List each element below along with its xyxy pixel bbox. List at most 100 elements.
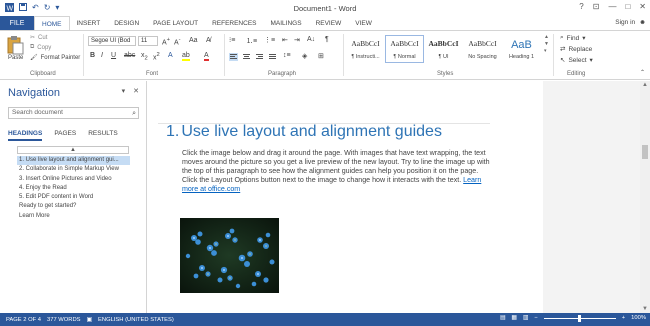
read-mode-icon[interactable]: ▤ — [500, 315, 505, 321]
underline-icon[interactable]: U — [111, 52, 116, 59]
tab-mailings[interactable]: MAILINGS — [264, 16, 309, 31]
style-heading-1[interactable]: AaB Heading 1 — [502, 35, 541, 63]
sort-icon[interactable]: A↓ — [307, 36, 315, 43]
tab-results[interactable]: RESULTS — [88, 130, 118, 141]
paste-icon[interactable] — [6, 35, 24, 55]
cut-button[interactable]: ✂ Cut — [30, 34, 47, 42]
highlight-icon[interactable]: ab — [182, 52, 190, 61]
tab-view[interactable]: VIEW — [348, 16, 379, 31]
justify-icon[interactable] — [268, 53, 277, 61]
format-painter-button[interactable]: 🖌 Format Painter — [30, 54, 80, 62]
scroll-up-icon[interactable]: ▲ — [642, 82, 648, 88]
collapse-all-button[interactable]: ▲ — [17, 146, 129, 154]
save-icon[interactable] — [19, 3, 27, 13]
language[interactable]: ENGLISH (UNITED STATES) — [98, 317, 174, 323]
style-instructions[interactable]: AaBbCcI ¶ Instructi... — [346, 35, 385, 63]
collapse-ribbon-icon[interactable]: ⌃ — [640, 69, 645, 76]
tab-design[interactable]: DESIGN — [107, 16, 146, 31]
scroll-thumb[interactable] — [642, 145, 648, 159]
undo-icon[interactable]: ↶ — [32, 4, 39, 12]
close-icon[interactable]: ✕ — [639, 2, 646, 11]
italic-icon[interactable]: I — [101, 52, 103, 59]
tab-headings[interactable]: HEADINGS — [8, 130, 43, 141]
heading-1[interactable]: 1. Use live layout and alignment guides — [166, 123, 442, 141]
tab-file[interactable]: FILE — [0, 16, 34, 31]
word-count[interactable]: 377 WORDS — [47, 317, 81, 323]
tab-references[interactable]: REFERENCES — [205, 16, 263, 31]
nav-close-icon[interactable]: ✕ — [133, 87, 139, 95]
list-item[interactable]: 2. Collaborate in Simple Markup View — [17, 165, 130, 174]
select-button[interactable]: ↖ Select ▾ — [560, 56, 593, 65]
shrink-font-icon[interactable]: A- — [174, 37, 181, 46]
copy-button[interactable]: ⧉ Copy — [30, 44, 51, 51]
account-icon[interactable]: ☻ — [639, 19, 646, 26]
decrease-indent-icon[interactable]: ⇤ — [282, 36, 288, 44]
help-icon[interactable]: ? — [579, 2, 583, 11]
nav-search-input[interactable]: Search document ⌕ — [8, 107, 139, 119]
font-name-box[interactable]: Segoe UI (Bod — [88, 36, 136, 46]
increase-indent-icon[interactable]: ⇥ — [294, 36, 300, 44]
text-effects-icon[interactable]: A — [168, 52, 173, 59]
sign-in-label[interactable]: Sign in — [615, 19, 635, 26]
zoom-knob[interactable] — [577, 314, 581, 322]
tab-home[interactable]: HOME — [34, 16, 70, 31]
numbering-icon[interactable]: ⒈≡ — [246, 36, 257, 46]
superscript-icon[interactable]: x2 — [153, 52, 160, 61]
zoom-level[interactable]: 100% — [631, 315, 646, 321]
tab-pages[interactable]: PAGES — [54, 130, 76, 141]
align-right-icon[interactable] — [255, 53, 264, 61]
replace-button[interactable]: ⇄ Replace — [560, 45, 592, 54]
tab-insert[interactable]: INSERT — [70, 16, 108, 31]
list-item[interactable]: 1. Use live layout and alignment gui... — [17, 156, 130, 166]
nav-options-icon[interactable]: ▾ — [122, 87, 126, 95]
style-normal[interactable]: AaBbCcI ¶ Normal — [385, 35, 424, 63]
font-size-box[interactable]: 11 — [138, 36, 158, 46]
page-count[interactable]: PAGE 2 OF 4 — [6, 317, 41, 323]
search-icon[interactable]: ⌕ — [132, 109, 136, 119]
multilevel-list-icon[interactable]: ⋮≡ — [264, 36, 275, 44]
ribbon-display-icon[interactable]: ⊡ — [593, 2, 600, 11]
list-item[interactable]: 4. Enjoy the Read — [17, 184, 130, 193]
print-layout-icon[interactable]: ▦ — [511, 315, 516, 321]
maximize-icon[interactable]: □ — [625, 2, 630, 11]
list-item[interactable]: 5. Edit PDF content in Word — [17, 193, 130, 202]
zoom-out-icon[interactable]: − — [534, 315, 537, 321]
proofing-icon[interactable]: ▣ — [87, 317, 92, 323]
bold-icon[interactable]: B — [90, 52, 95, 59]
find-button[interactable]: ⌕ Find ▾ — [560, 34, 586, 42]
strikethrough-icon[interactable]: abc — [124, 52, 135, 59]
style-no-spacing[interactable]: AaBbCcI No Spacing — [463, 35, 502, 63]
subscript-icon[interactable]: x2 — [141, 52, 148, 61]
line-spacing-icon[interactable]: ↕≡ — [283, 52, 291, 59]
paste-button[interactable]: Paste — [8, 55, 23, 61]
list-item[interactable]: Learn More — [17, 212, 130, 221]
show-formatting-icon[interactable]: ¶ — [325, 36, 329, 43]
clear-formatting-icon[interactable]: A̸ — [206, 37, 211, 44]
font-color-icon[interactable]: A — [204, 52, 209, 61]
align-center-icon[interactable] — [242, 53, 251, 61]
tab-page-layout[interactable]: PAGE LAYOUT — [146, 16, 205, 31]
zoom-slider[interactable] — [543, 314, 616, 322]
body-paragraph[interactable]: Click the image below and drag it around… — [182, 149, 494, 194]
customize-qat-icon[interactable]: ▾ — [55, 4, 59, 12]
borders-icon[interactable]: ⊞ — [318, 52, 324, 60]
align-left-icon[interactable] — [229, 53, 238, 61]
zoom-in-icon[interactable]: + — [622, 315, 625, 321]
grow-font-icon[interactable]: A+ — [162, 37, 170, 46]
change-case-icon[interactable]: Aa — [189, 37, 198, 44]
flower-image[interactable] — [180, 218, 279, 293]
shading-icon[interactable]: ◈ — [302, 52, 307, 60]
minimize-icon[interactable]: — — [608, 2, 616, 11]
tab-review[interactable]: REVIEW — [309, 16, 349, 31]
scroll-down-icon[interactable]: ▼ — [642, 306, 648, 312]
redo-icon[interactable]: ↻ — [44, 4, 51, 12]
styles-scroll-icon[interactable]: ▲ ▼ ▾ — [544, 34, 549, 55]
sign-in[interactable]: Sign in ☻ — [615, 19, 646, 26]
style-ui[interactable]: AaBbCcI ¶ UI — [424, 35, 463, 63]
document-page[interactable]: 1. Use live layout and alignment guides C… — [148, 81, 543, 313]
web-layout-icon[interactable]: ▥ — [523, 315, 528, 321]
list-item[interactable]: Ready to get started? — [17, 202, 130, 211]
list-item[interactable]: 3. Insert Online Pictures and Video — [17, 175, 130, 184]
bullets-icon[interactable]: ⁝≡ — [229, 36, 235, 44]
vertical-scrollbar[interactable]: ▲ ▼ — [640, 81, 650, 313]
